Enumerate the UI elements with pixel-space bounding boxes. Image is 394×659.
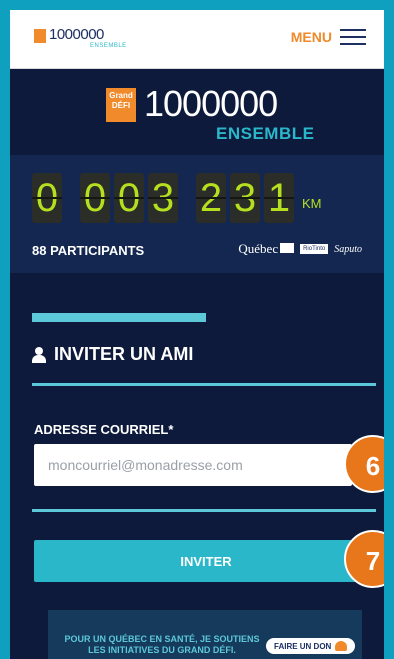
hamburger-icon — [340, 28, 366, 46]
donate-button[interactable]: FAIRE UN DON — [266, 638, 356, 654]
donate-banner: POUR UN QUÉBEC EN SANTÉ, JE SOUTIENS LES… — [48, 610, 362, 659]
hero-number: 1000000 — [144, 83, 278, 124]
quebec-flag-icon — [280, 243, 295, 253]
grand-defi-badge-icon — [34, 29, 46, 43]
counter-digit: 2 — [196, 173, 226, 223]
donate-text: POUR UN QUÉBEC EN SANTÉ, JE SOUTIENS LES… — [64, 634, 260, 655]
menu-label: MENU — [290, 29, 332, 45]
participants-count: 88 PARTICIPANTS — [32, 243, 145, 258]
counter-digit: 0 — [80, 173, 110, 223]
km-counter: 0 0 0 3 2 3 1 KM — [32, 173, 322, 223]
email-label: ADRESSE COURRIEL* — [34, 422, 174, 437]
counter-digit: 0 — [32, 173, 62, 223]
menu-button[interactable]: MENU — [291, 28, 366, 46]
counter-unit: KM — [302, 195, 322, 211]
section-accent-bar — [32, 313, 206, 322]
counter-digit: 0 — [114, 173, 144, 223]
saputo-logo: Saputo — [334, 243, 362, 255]
km-counter-band: 0 0 0 3 2 3 1 KM 88 PARTICIPANTS Québec … — [10, 155, 384, 273]
invite-title: INVITER UN AMI — [54, 344, 194, 364]
counter-digit: 3 — [230, 173, 260, 223]
counter-digit: 1 — [264, 173, 294, 223]
invite-heading: INVITER UN AMI — [32, 344, 193, 365]
header-logo-number: 1000000 — [49, 26, 104, 43]
counter-digit: 3 — [148, 173, 178, 223]
header-logo-sub: ENSEMBLE — [90, 43, 127, 49]
email-field[interactable] — [34, 444, 352, 486]
invite-button[interactable]: INVITER — [34, 540, 378, 582]
heart-icon — [335, 641, 348, 651]
grand-defi-badge: Grand DÉFI — [106, 88, 136, 122]
top-nav-bar: 1000000 ENSEMBLE MENU — [10, 10, 384, 69]
donate-button-label: FAIRE UN DON — [274, 641, 332, 651]
divider — [32, 509, 376, 512]
riotinto-logo: RioTinto — [300, 244, 329, 254]
sponsor-logos: Québec RioTinto Saputo — [238, 241, 362, 257]
divider — [32, 383, 376, 386]
hero-sub: ENSEMBLE — [216, 124, 315, 143]
user-icon — [32, 346, 46, 363]
hero-logo: Grand DÉFI 1000000 ENSEMBLE — [106, 83, 314, 146]
header-logo[interactable]: 1000000 ENSEMBLE — [34, 26, 126, 49]
app-frame: 1000000 ENSEMBLE MENU Grand DÉFI 1000000… — [10, 10, 384, 659]
quebec-logo: Québec — [238, 241, 295, 257]
